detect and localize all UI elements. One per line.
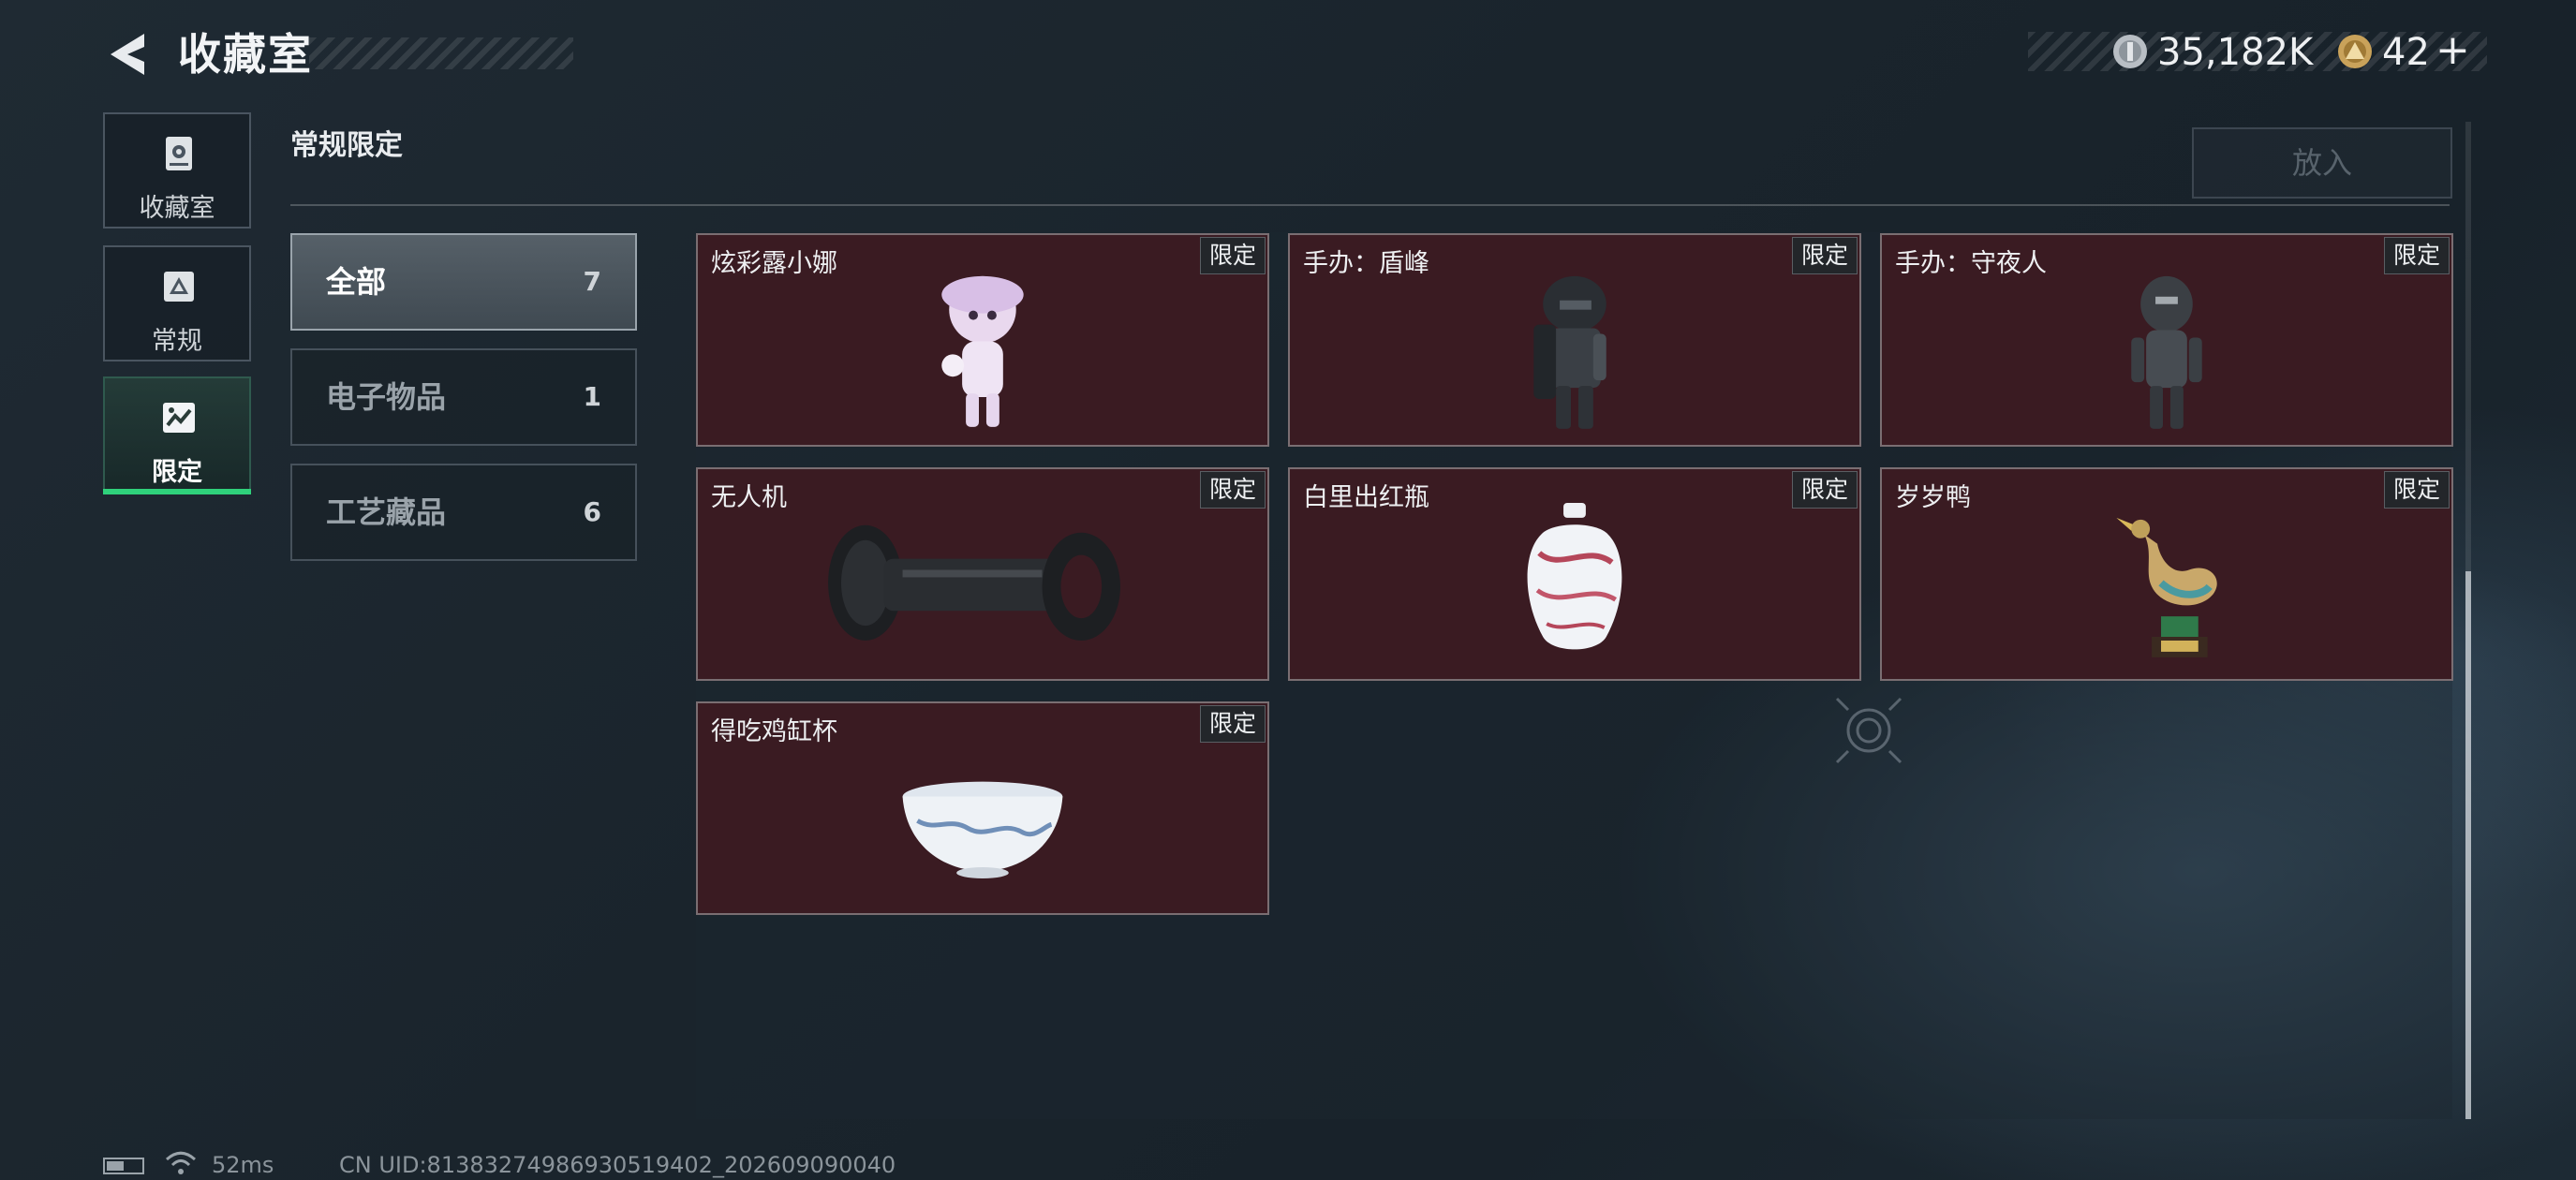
item-card[interactable]: 手办：盾峰 限定 (1288, 233, 1861, 447)
battery-icon (103, 1158, 144, 1174)
category-all[interactable]: 全部 7 (290, 233, 637, 331)
nav-item-regular[interactable]: 常规 (103, 245, 251, 361)
item-card[interactable]: 得吃鸡缸杯 限定 (696, 701, 1269, 915)
category-crafts[interactable]: 工艺藏品 6 (290, 464, 637, 561)
divider (290, 204, 2450, 206)
scrollbar-thumb[interactable] (2465, 571, 2471, 1119)
page-title: 收藏室 (178, 29, 313, 80)
currency-silver-value: 35,182K (2157, 31, 2314, 74)
category-count: 1 (583, 381, 601, 412)
figure-shield-icon (1533, 275, 1606, 429)
nav-item-collection-room[interactable]: 收藏室 (103, 112, 251, 229)
category-count: 6 (583, 496, 601, 527)
ping-text: 52ms (212, 1152, 274, 1178)
nav-active-indicator (103, 489, 251, 494)
add-currency-button[interactable]: + (2435, 30, 2470, 71)
item-card[interactable]: 炫彩露小娜 限定 (696, 233, 1269, 447)
figure-lunana-icon (941, 275, 1024, 427)
item-card[interactable]: 白里出红瓶 限定 (1288, 467, 1861, 681)
figure-nightwatch-icon (2131, 275, 2202, 429)
crosshair-decoration-icon (1835, 697, 1902, 764)
category-label: 工艺藏品 (326, 494, 447, 530)
cup-icon (902, 781, 1063, 878)
collection-room-icon (166, 137, 192, 170)
currency-gold-value: 42 (2382, 31, 2430, 74)
limited-icon (163, 403, 195, 433)
item-card[interactable]: 无人机 限定 (696, 467, 1269, 681)
section-title: 常规限定 (290, 129, 403, 162)
category-label: 电子物品 (326, 379, 447, 415)
silver-coin-icon (2113, 35, 2147, 68)
category-count: 7 (583, 266, 601, 297)
gold-coin-icon (2338, 35, 2372, 68)
uid-text: CN UID:8138327498693051940​2_20260909004… (339, 1152, 896, 1178)
nav-item-limited[interactable]: 限定 (103, 376, 251, 493)
duck-icon (2116, 517, 2217, 657)
wifi-icon (165, 1151, 197, 1174)
category-label: 全部 (326, 264, 387, 300)
category-electronics[interactable]: 电子物品 1 (290, 348, 637, 446)
regular-icon (164, 272, 194, 302)
title-decoration (309, 37, 573, 69)
item-card[interactable]: 手办：守夜人 限定 (1880, 233, 2453, 447)
item-card[interactable]: 岁岁鸭 限定 (1880, 467, 2453, 681)
back-button[interactable] (103, 26, 159, 82)
drone-icon (828, 524, 1120, 641)
nav-label-regular: 常规 (152, 327, 202, 356)
nav-label-limited: 限定 (152, 458, 202, 487)
vase-icon (1527, 502, 1622, 650)
nav-label-collection-room: 收藏室 (139, 194, 215, 223)
put-in-button[interactable]: 放入 (2192, 127, 2452, 199)
